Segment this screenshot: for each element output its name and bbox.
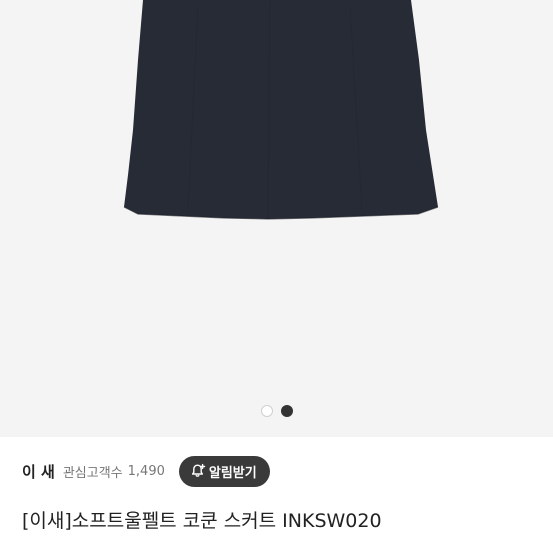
alert-button-label: 알림받기	[208, 465, 257, 481]
product-image[interactable]	[0, 0, 553, 437]
bell-plus-icon	[191, 463, 206, 477]
favorites-count: 1,490	[127, 463, 165, 479]
skirt-photo	[123, 0, 439, 220]
brand-name[interactable]: 이 새	[22, 461, 55, 482]
alert-subscribe-button[interactable]: 알림받기	[178, 455, 270, 487]
brand-row: 이 새 관심고객수 1,490 알림받기	[22, 455, 531, 487]
carousel-dot-1[interactable]	[260, 405, 273, 417]
product-detail-page: 이 새 관심고객수 1,490 알림받기 [이새]소프트울펠트 코쿤 스커트 I…	[0, 0, 553, 553]
product-title: [이새]소프트울펠트 코쿤 스커트 INKSW020	[22, 510, 382, 532]
carousel-dot-2[interactable]	[280, 405, 293, 417]
favorites-label: 관심고객수	[62, 465, 123, 481]
carousel-indicator	[0, 405, 553, 417]
